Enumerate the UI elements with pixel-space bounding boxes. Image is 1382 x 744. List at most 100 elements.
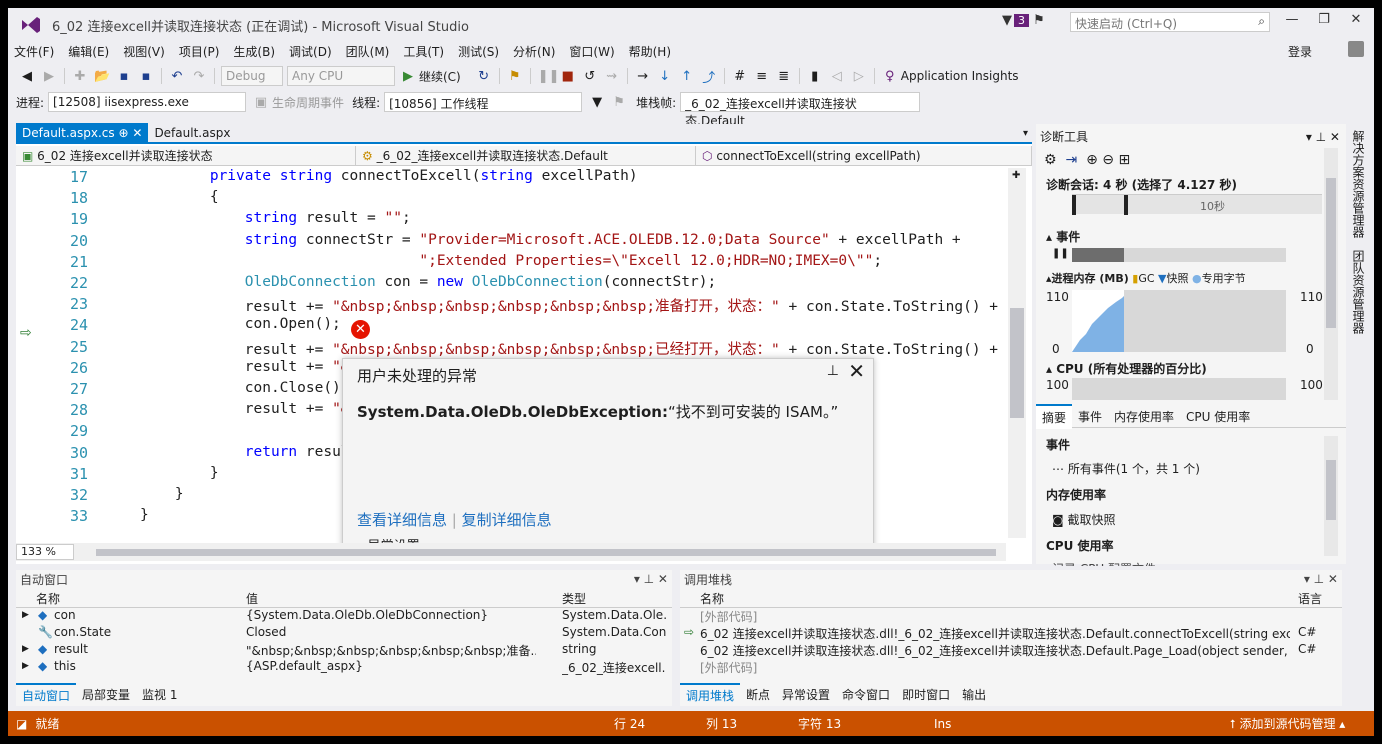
- code-line-text[interactable]: private string connectToExcell(string ex…: [140, 168, 638, 184]
- flag-icon[interactable]: ⚑: [611, 95, 627, 110]
- app-insights-button[interactable]: Application Insights: [901, 69, 1019, 83]
- step-over-icon[interactable]: →: [635, 69, 651, 84]
- autos-tab-1[interactable]: 局部变量: [76, 684, 136, 705]
- save-icon[interactable]: ▪: [116, 69, 132, 84]
- new-project-icon[interactable]: ✚: [72, 69, 88, 84]
- autos-tab-2[interactable]: 监视 1: [136, 684, 183, 705]
- cpu-profile-button[interactable]: 记录 CPU 配置文件: [1052, 560, 1156, 566]
- code-line-text[interactable]: }: [140, 507, 149, 523]
- step-out-icon[interactable]: ↑: [679, 69, 695, 84]
- variable-value[interactable]: "&nbsp;&nbsp;&nbsp;&nbsp;&nbsp;&nbsp;准备.…: [246, 642, 536, 659]
- hex-display-icon[interactable]: #: [732, 69, 748, 84]
- stop-debugging-icon[interactable]: ■: [560, 69, 576, 84]
- settings-icon[interactable]: ⚙: [1044, 152, 1057, 168]
- lifecycle-events-button[interactable]: 生命周期事件: [272, 94, 344, 111]
- next-bookmark-icon[interactable]: ▷: [851, 69, 867, 84]
- variable-value[interactable]: {System.Data.OleDb.OleDbConnection}: [246, 608, 536, 622]
- callstack-tab-5[interactable]: 输出: [956, 684, 992, 705]
- table-row[interactable]: ▶ ◆ con {System.Data.OleDb.OleDbConnection}…: [16, 608, 672, 625]
- callstack-tab-3[interactable]: 命令窗口: [836, 684, 896, 705]
- quick-launch-input[interactable]: 快速启动 (Ctrl+Q) ⌕: [1070, 12, 1270, 32]
- diag-dropdown-icon[interactable]: ▾ ⊥ ✕: [1306, 130, 1340, 144]
- save-all-icon[interactable]: ▪: [138, 69, 154, 84]
- callstack-window-controls-icon[interactable]: ▾ ⊥ ✕: [1304, 572, 1338, 586]
- code-line-text[interactable]: return result;: [140, 444, 367, 460]
- copy-details-link[interactable]: 复制详细信息: [462, 511, 552, 529]
- menu-item[interactable]: 项目(P): [177, 41, 222, 62]
- callstack-tab-4[interactable]: 即时窗口: [896, 684, 956, 705]
- zoom-out-icon[interactable]: ⊖: [1102, 152, 1114, 168]
- bookmark-icon[interactable]: ▮: [807, 69, 823, 84]
- callstack-tab-0[interactable]: 调用堆栈: [680, 682, 741, 706]
- menu-item[interactable]: 编辑(E): [66, 41, 111, 62]
- callstack-tab-2[interactable]: 异常设置: [776, 684, 836, 705]
- code-line-text[interactable]: string connectStr = "Provider=Microsoft.…: [140, 232, 961, 248]
- login-link[interactable]: 登录: [1288, 43, 1312, 60]
- close-tab-icon[interactable]: ✕: [132, 126, 142, 140]
- code-line-text[interactable]: OleDbConnection con = new OleDbConnectio…: [140, 274, 716, 290]
- comment-icon[interactable]: ≡: [754, 69, 770, 84]
- continue-icon[interactable]: ▶: [400, 69, 416, 84]
- diag-graph-scrollbar[interactable]: [1324, 148, 1338, 400]
- table-row[interactable]: ▶ ◆ result "&nbsp;&nbsp;&nbsp;&nbsp;&nbsp;&…: [16, 642, 672, 659]
- code-line-text[interactable]: result += "&nbsp;&nbsp;&nbsp;&nbsp;&nbsp…: [140, 338, 998, 359]
- reset-zoom-icon[interactable]: ⊞: [1118, 152, 1130, 168]
- menu-item[interactable]: 窗口(W): [567, 41, 616, 62]
- close-icon[interactable]: ✕: [848, 359, 865, 383]
- step-back-icon[interactable]: ⤴: [701, 67, 717, 86]
- table-row[interactable]: [外部代码]: [680, 608, 1342, 625]
- side-tab-1[interactable]: 团队资源管理器: [1346, 244, 1371, 340]
- refresh-icon[interactable]: ↻: [476, 69, 492, 84]
- expand-icon[interactable]: ▶: [22, 610, 29, 620]
- menu-item[interactable]: 测试(S): [456, 41, 501, 62]
- code-line-text[interactable]: }: [140, 486, 184, 502]
- restart-icon[interactable]: ↺: [582, 69, 598, 84]
- platform-select[interactable]: Any CPU: [287, 66, 395, 86]
- table-row[interactable]: 6_02 连接excell并读取连接状态.dll!_6_02_连接excell并…: [680, 642, 1342, 659]
- code-line-text[interactable]: ";Extended Properties=\"Excell 12.0;HDR=…: [140, 253, 882, 269]
- code-line-text[interactable]: con.Open();: [140, 316, 341, 332]
- show-next-statement-icon[interactable]: ⇝: [604, 69, 620, 84]
- expand-icon[interactable]: ▶: [22, 644, 29, 654]
- table-row[interactable]: 🔧con.State Closed System.Data.Con...: [16, 625, 672, 642]
- view-details-link[interactable]: 查看详细信息: [357, 511, 447, 529]
- take-snapshot-button[interactable]: ◙ 截取快照: [1052, 511, 1116, 528]
- feedback-icon[interactable]: ⚑: [1033, 13, 1045, 28]
- menu-item[interactable]: 团队(M): [344, 41, 392, 62]
- zoom-select[interactable]: 133 %: [16, 544, 74, 560]
- expand-icon[interactable]: ▶: [22, 661, 29, 671]
- tab-default-aspx-cs[interactable]: Default.aspx.cs ⊕ ✕: [16, 123, 149, 143]
- continue-button[interactable]: 继续(C): [419, 68, 461, 85]
- menu-item[interactable]: 帮助(H): [627, 41, 673, 62]
- pin-icon[interactable]: ⊕: [118, 126, 128, 140]
- tab-default-aspx[interactable]: Default.aspx: [148, 123, 236, 143]
- thread-select[interactable]: [10856] 工作线程: [384, 92, 583, 112]
- prev-bookmark-icon[interactable]: ◁: [829, 69, 845, 84]
- zoom-in-icon[interactable]: ⊕: [1086, 152, 1098, 168]
- minimize-button[interactable]: —: [1278, 12, 1306, 32]
- menu-item[interactable]: 文件(F): [12, 41, 56, 62]
- menu-item[interactable]: 工具(T): [401, 41, 446, 62]
- solution-config-select[interactable]: Debug: [221, 66, 283, 86]
- autos-window-controls-icon[interactable]: ▾ ⊥ ✕: [634, 572, 668, 586]
- code-line-text[interactable]: result += "&nbsp;&nbsp;&nbsp;&nbsp;&nbsp…: [140, 295, 998, 316]
- undo-icon[interactable]: ↶: [169, 69, 185, 84]
- menu-item[interactable]: 生成(B): [231, 41, 277, 62]
- side-tab-0[interactable]: 解决方案资源管理器: [1346, 124, 1371, 244]
- diag-tab-1[interactable]: 事件: [1072, 405, 1108, 428]
- code-line-text[interactable]: string result = "";: [140, 210, 411, 226]
- table-row[interactable]: [外部代码]: [680, 659, 1342, 676]
- scroll-thumb[interactable]: [1010, 308, 1024, 418]
- col-type[interactable]: 类型: [562, 590, 586, 607]
- code-line-text[interactable]: {: [140, 189, 219, 205]
- autos-tab-0[interactable]: 自动窗口: [16, 682, 77, 706]
- avatar[interactable]: [1348, 41, 1364, 57]
- project-dropdown[interactable]: ▣ 6_02 连接excell并读取连接状态: [16, 145, 356, 166]
- diag-summary-scrollbar[interactable]: [1324, 436, 1338, 556]
- uncomment-icon[interactable]: ≣: [776, 69, 792, 84]
- diag-tab-0[interactable]: 摘要: [1036, 404, 1073, 429]
- export-icon[interactable]: ⇥: [1065, 152, 1077, 168]
- open-file-icon[interactable]: 📂: [94, 69, 110, 84]
- back-icon[interactable]: ◀: [19, 69, 35, 84]
- code-line-text[interactable]: con.Close();: [140, 380, 350, 396]
